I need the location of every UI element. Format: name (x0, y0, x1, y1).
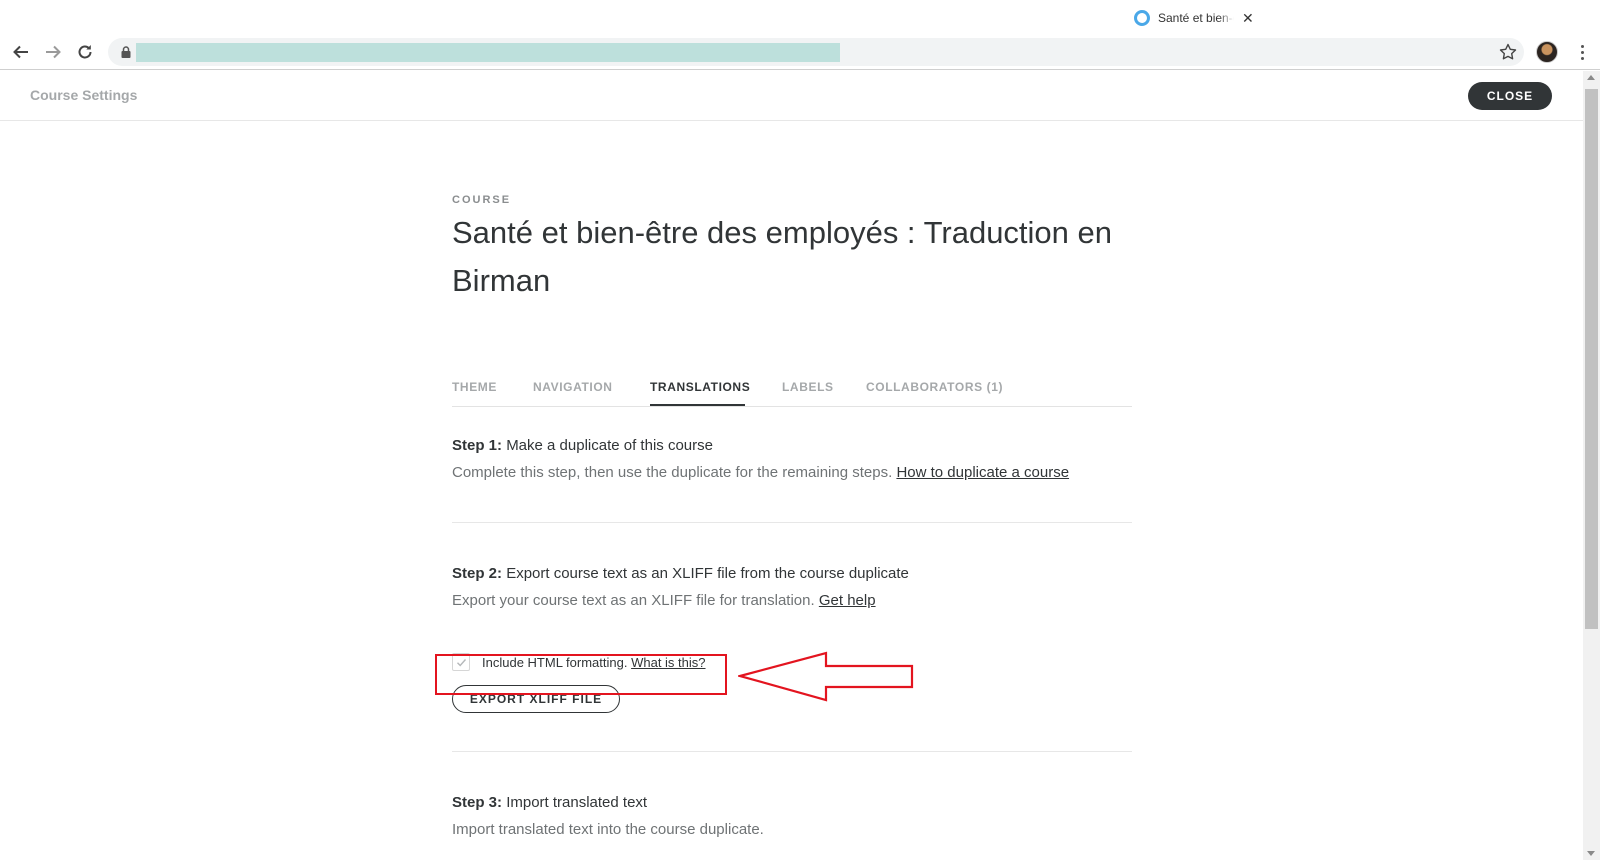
browser-menu-icon[interactable] (1572, 42, 1592, 62)
reload-button[interactable] (73, 40, 97, 64)
tab-translations[interactable]: TRANSLATIONS (650, 380, 750, 394)
course-eyebrow: COURSE (452, 194, 512, 206)
tab-theme[interactable]: THEME (452, 380, 497, 394)
address-bar[interactable] (108, 38, 1524, 66)
how-to-duplicate-link[interactable]: How to duplicate a course (896, 464, 1069, 481)
step-3-description: Import translated text into the course d… (452, 821, 764, 838)
browser-tab-bar: Santé et bien-être des employés ✕ (0, 0, 1600, 34)
scrollbar-thumb[interactable] (1585, 89, 1598, 629)
browser-tab[interactable]: Santé et bien-être des employés ✕ (1134, 6, 1268, 30)
step-2-text: Export your course text as an XLIFF file… (452, 592, 815, 609)
tab-labels[interactable]: LABELS (782, 380, 834, 394)
browser-toolbar (0, 34, 1600, 70)
lock-icon (121, 46, 131, 58)
browser-tab-title: Santé et bien-être des employés (1158, 11, 1234, 25)
bookmark-star-icon[interactable] (1498, 42, 1518, 62)
step-1-heading: Step 1: Make a duplicate of this course (452, 437, 713, 454)
scroll-up-icon[interactable] (1587, 75, 1595, 80)
active-tab-indicator (650, 404, 745, 406)
step-2-title: Export course text as an XLIFF file from… (506, 565, 909, 582)
annotation-arrow-icon (738, 651, 914, 702)
step-1-label: Step 1: (452, 437, 503, 454)
reload-icon (78, 45, 92, 59)
scroll-down-icon[interactable] (1587, 851, 1595, 856)
page-scrollbar[interactable] (1583, 71, 1600, 860)
loading-favicon-icon (1134, 10, 1150, 26)
step-2-heading: Step 2: Export course text as an XLIFF f… (452, 565, 909, 582)
tab-navigation[interactable]: NAVIGATION (533, 380, 613, 394)
step-3-heading: Step 3: Import translated text (452, 794, 647, 811)
settings-tabs: THEME NAVIGATION TRANSLATIONS LABELS COL… (452, 372, 1132, 407)
step-1-text: Complete this step, then use the duplica… (452, 464, 893, 481)
divider (452, 751, 1132, 752)
arrow-left-icon (13, 45, 28, 59)
header-title: Course Settings (30, 87, 138, 103)
url-redacted[interactable] (136, 43, 840, 62)
annotation-highlight-box (435, 654, 727, 695)
course-title: Santé et bien-être des employés : Traduc… (452, 215, 1113, 298)
divider (452, 522, 1132, 523)
forward-button[interactable] (41, 40, 65, 64)
tab-collaborators[interactable]: COLLABORATORS (1) (866, 380, 1003, 394)
profile-avatar[interactable] (1536, 41, 1558, 63)
close-tab-icon[interactable]: ✕ (1242, 11, 1254, 25)
step-3-text: Import translated text into the course d… (452, 821, 764, 838)
arrow-right-icon (46, 45, 61, 59)
step-1-description: Complete this step, then use the duplica… (452, 464, 1069, 481)
step-2-label: Step 2: (452, 565, 503, 582)
step-3-title: Import translated text (506, 794, 648, 811)
get-help-link[interactable]: Get help (819, 592, 876, 609)
back-button[interactable] (9, 40, 33, 64)
close-button[interactable]: CLOSE (1468, 82, 1552, 110)
app-header: Course Settings CLOSE (0, 71, 1583, 121)
step-3-label: Step 3: (452, 794, 503, 811)
step-1-title: Make a duplicate of this course (506, 437, 713, 454)
step-2-description: Export your course text as an XLIFF file… (452, 592, 876, 609)
